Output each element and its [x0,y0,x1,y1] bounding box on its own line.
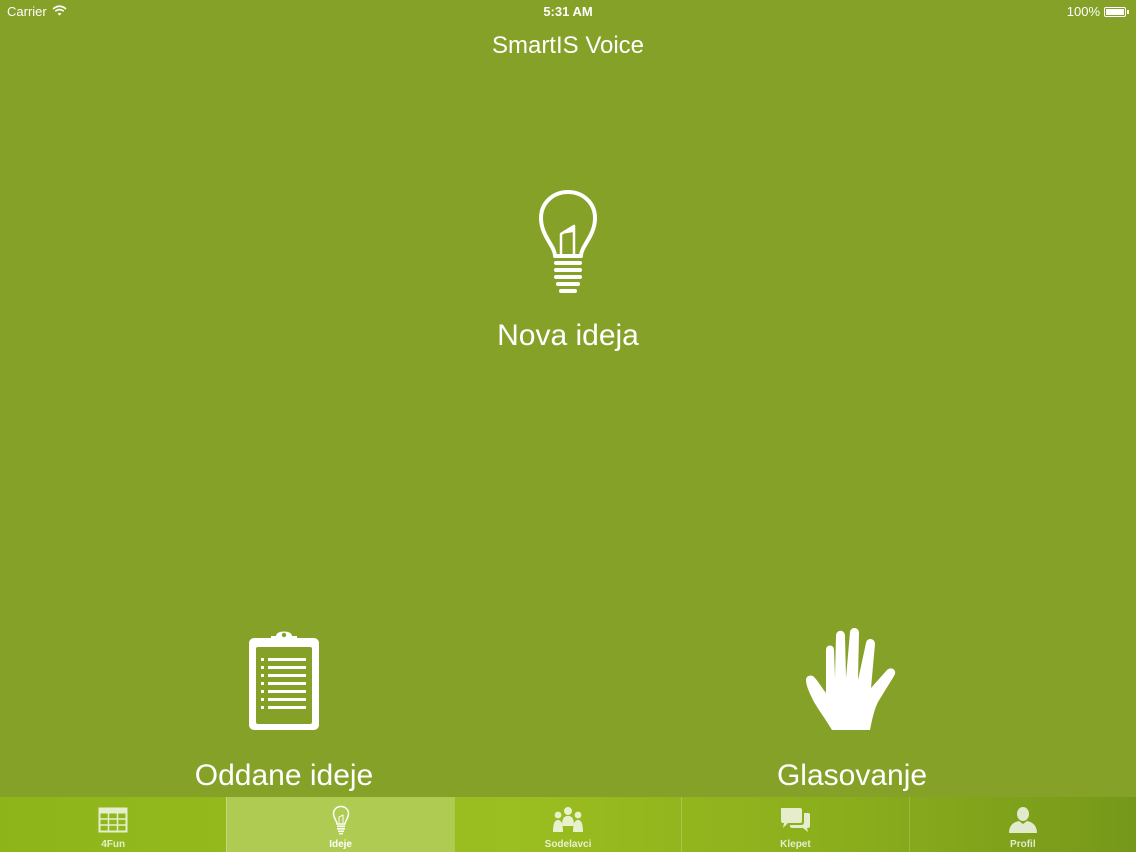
tab-klepet[interactable]: Klepet [681,797,908,852]
submitted-ideas-button[interactable]: Oddane ideje [134,628,434,793]
voting-button[interactable]: Glasovanje [702,627,1002,793]
tab-4fun[interactable]: 4Fun [0,797,226,852]
tab-profil[interactable]: Profil [908,797,1136,852]
tab-bar: 4Fun Ideje Sodelavci Klepet Profil [0,797,1136,852]
hand-icon [804,627,900,737]
tab-label: Profil [1010,839,1036,850]
clipboard-icon [247,628,321,737]
status-time: 5:31 AM [543,4,593,19]
people-icon [552,805,584,835]
tab-label: Sodelavci [544,839,592,850]
tab-label: Ideje [329,839,352,850]
page-title: SmartIS Voice [491,32,645,59]
new-idea-label: Nova ideja [497,319,639,352]
new-idea-button[interactable]: Nova ideja [418,188,718,353]
voting-label: Glasovanje [776,759,928,792]
tab-label: Klepet [780,839,811,850]
tab-label: 4Fun [101,839,126,850]
lightbulb-icon [332,805,350,835]
table-icon [98,805,128,835]
battery-tip [1127,9,1129,14]
lightbulb-icon [537,188,599,301]
tab-ideje[interactable]: Ideje [226,797,454,852]
status-right: 100% [1067,4,1129,19]
app-screen: Carrier 5:31 AM 100% SmartIS Voice Nova … [0,0,1136,852]
battery-percent: 100% [1066,4,1100,19]
submitted-ideas-label: Oddane ideje [194,759,374,792]
person-icon [1008,805,1038,835]
chat-bubbles-icon [779,805,811,835]
battery-icon [1104,6,1126,17]
tab-sodelavci[interactable]: Sodelavci [453,797,681,852]
status-bar: Carrier 5:31 AM 100% [0,0,1136,22]
